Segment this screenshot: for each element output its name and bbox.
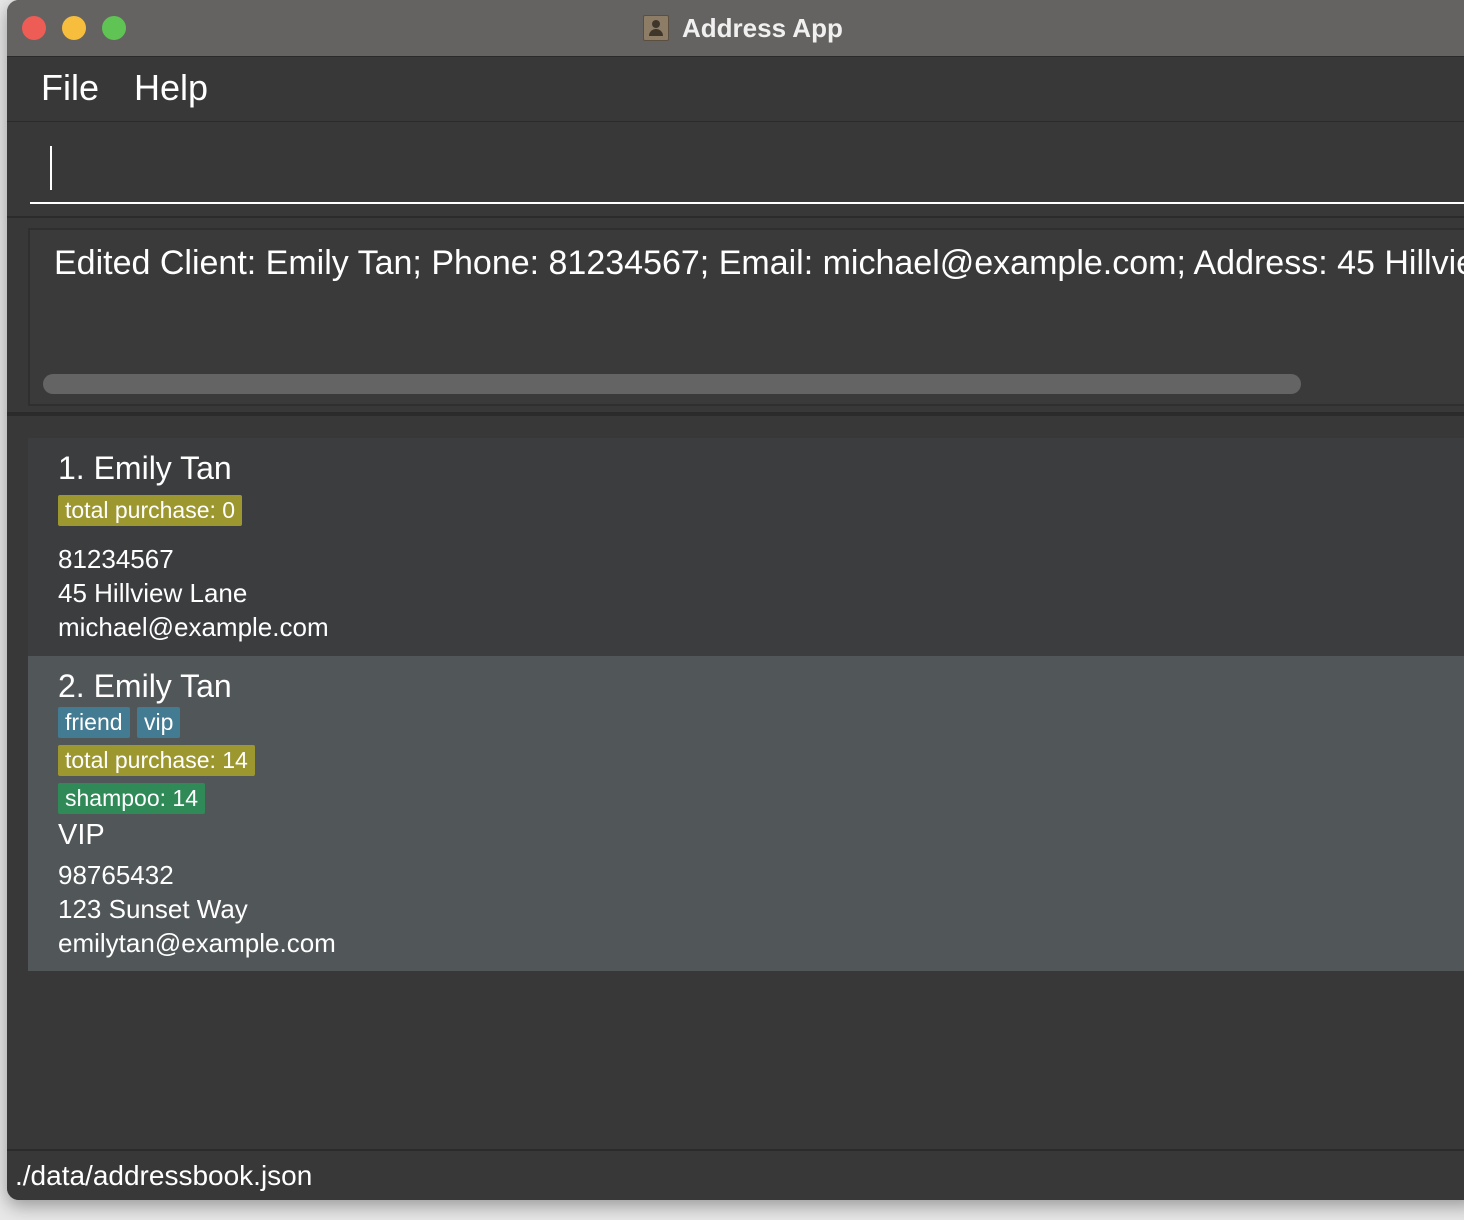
person-name: 1. Emily Tan xyxy=(58,450,232,486)
window-title: Address App xyxy=(682,12,843,43)
horizontal-scrollbar[interactable] xyxy=(43,374,1301,394)
app-window: Address App File Help Edited Client: Emi… xyxy=(7,0,1464,1200)
person-tier: VIP xyxy=(58,819,105,851)
text-caret xyxy=(50,146,52,190)
menu-help[interactable]: Help xyxy=(134,67,208,109)
result-display: Edited Client: Emily Tan; Phone: 8123456… xyxy=(28,228,1464,406)
person-phone: 81234567 xyxy=(58,544,174,574)
product-tag: shampoo: 14 xyxy=(58,783,205,814)
tag-friend: friend xyxy=(58,707,130,738)
title-bar[interactable]: Address App xyxy=(7,0,1464,57)
person-address: 45 Hillview Lane xyxy=(58,578,248,608)
person-card[interactable]: 1. Emily Tan total purchase: 0 81234567 … xyxy=(28,438,1464,656)
command-input[interactable] xyxy=(30,138,1464,204)
person-list: 1. Emily Tan total purchase: 0 81234567 … xyxy=(7,416,1464,1148)
person-address: 123 Sunset Way xyxy=(58,894,248,924)
window-title-group: Address App xyxy=(643,12,843,44)
close-window-button[interactable] xyxy=(22,16,46,40)
result-message: Edited Client: Emily Tan; Phone: 8123456… xyxy=(54,244,1464,282)
minimize-window-button[interactable] xyxy=(62,16,86,40)
person-email: michael@example.com xyxy=(58,612,329,642)
zoom-window-button[interactable] xyxy=(102,16,126,40)
purchase-tag: total purchase: 0 xyxy=(58,495,243,526)
person-email: emilytan@example.com xyxy=(58,928,336,958)
status-bar: ./data/addressbook.json xyxy=(7,1149,1464,1200)
data-file-path: ./data/addressbook.json xyxy=(15,1160,313,1191)
person-name: 2. Emily Tan xyxy=(58,668,232,704)
person-card-selected[interactable]: 2. Emily Tan friend vip total purchase: … xyxy=(28,656,1464,971)
tag-vip: vip xyxy=(137,707,181,738)
menu-file[interactable]: File xyxy=(41,67,99,109)
purchase-tag: total purchase: 14 xyxy=(58,745,255,776)
menu-bar: File Help xyxy=(7,57,1464,122)
address-book-icon xyxy=(643,15,669,41)
command-box-panel xyxy=(7,122,1464,218)
person-phone: 98765432 xyxy=(58,860,174,890)
